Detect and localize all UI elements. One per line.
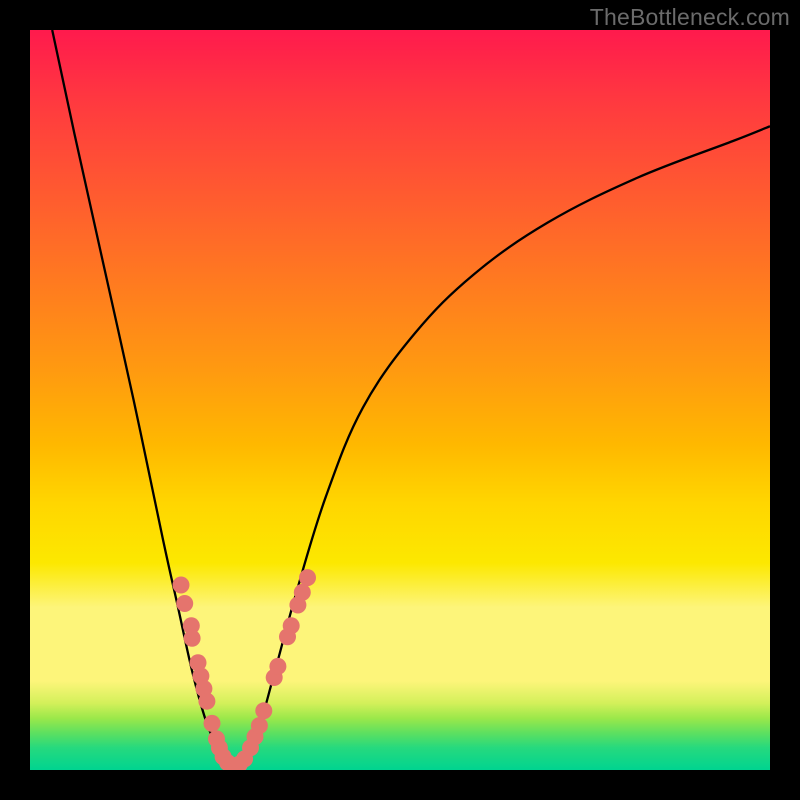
bottleneck-curve — [52, 30, 770, 768]
marker-dot — [255, 702, 272, 719]
marker-dot — [198, 693, 215, 710]
marker-dot — [283, 617, 300, 634]
marker-dot — [269, 658, 286, 675]
marker-dot — [294, 584, 311, 601]
plot-area — [30, 30, 770, 770]
marker-dot — [204, 715, 221, 732]
marker-dot — [299, 569, 316, 586]
marker-dot — [173, 577, 190, 594]
chart-frame: TheBottleneck.com — [0, 0, 800, 800]
watermark-text: TheBottleneck.com — [590, 4, 790, 31]
marker-dots — [173, 569, 317, 770]
chart-svg — [30, 30, 770, 770]
marker-dot — [251, 717, 268, 734]
marker-dot — [184, 630, 201, 647]
marker-dot — [176, 595, 193, 612]
